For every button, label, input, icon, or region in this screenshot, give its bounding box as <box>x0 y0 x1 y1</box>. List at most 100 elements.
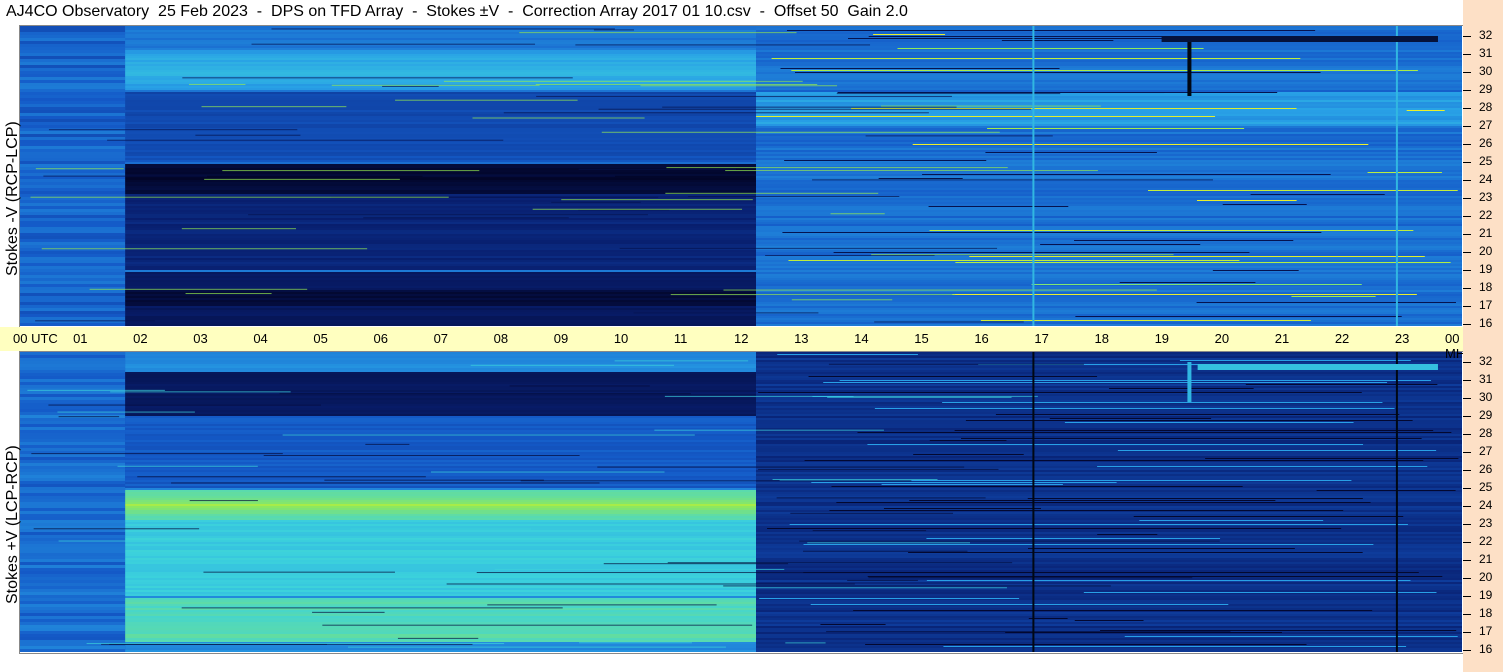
heatmap-streak <box>1179 360 1411 361</box>
heatmap-row-afternoon <box>756 526 1462 528</box>
heatmap-row-day <box>125 356 757 358</box>
heatmap-row-pre <box>20 511 126 514</box>
burst-band <box>1161 36 1438 42</box>
heatmap-row-afternoon <box>756 564 1462 566</box>
heatmap-row-day <box>125 258 757 260</box>
heatmap-row-pre <box>20 104 126 107</box>
heatmap-row-day <box>125 382 757 384</box>
heatmap-row-pre <box>20 296 126 299</box>
heatmap-row-day <box>125 610 757 612</box>
heatmap-row-day <box>125 460 757 462</box>
y-tick-label-top-20: 20 <box>1479 244 1493 258</box>
heatmap-row-afternoon <box>756 300 1462 302</box>
heatmap-row-pre <box>20 65 126 68</box>
heatmap-row-afternoon <box>756 122 1462 124</box>
x-tick-label-11: 11 <box>673 331 688 346</box>
heatmap-row-pre <box>20 574 126 577</box>
y-tick-mark <box>1463 108 1471 109</box>
heatmap-row-pre <box>20 218 126 221</box>
heatmap-row-afternoon <box>756 46 1462 48</box>
heatmap-row-afternoon <box>756 76 1462 78</box>
heatmap-streak <box>723 289 1157 291</box>
heatmap-row-pre <box>20 107 126 110</box>
heatmap-row-afternoon <box>756 488 1462 490</box>
heatmap-row-day <box>125 148 757 150</box>
heatmap-streak <box>89 288 308 290</box>
heatmap-row-day <box>125 648 757 650</box>
heatmap-row-day <box>125 374 757 376</box>
heatmap-streak <box>929 440 1007 441</box>
heatmap-row-afternoon <box>756 62 1462 64</box>
heatmap-row-pre <box>20 74 126 77</box>
heatmap-streak <box>1074 240 1294 241</box>
heatmap-row-day <box>125 290 757 292</box>
heatmap-streak <box>117 465 258 467</box>
heatmap-row-day <box>125 98 757 100</box>
heatmap-row-pre <box>20 236 126 239</box>
heatmap-row-day <box>125 532 757 534</box>
heatmap-row-day <box>125 600 757 602</box>
heatmap-row-day <box>125 136 757 138</box>
vertical-interference-line <box>1032 26 1035 326</box>
heatmap-row-day <box>125 552 757 554</box>
heatmap-row-afternoon <box>756 464 1462 466</box>
heatmap-streak <box>868 577 1193 579</box>
heatmap-row-afternoon <box>756 148 1462 150</box>
heatmap-row-afternoon <box>756 120 1462 122</box>
top-ylabel: Stokes -V (RCP-LCP) <box>4 121 21 276</box>
heatmap-row-day <box>125 510 757 512</box>
heatmap-streak <box>767 528 1342 529</box>
heatmap-row-afternoon <box>756 114 1462 116</box>
heatmap-row-afternoon <box>756 88 1462 90</box>
x-tick-label-18: 18 <box>1094 331 1109 346</box>
heatmap-row-pre <box>20 577 126 580</box>
y-tick-mark <box>1463 126 1471 127</box>
heatmap-row-day <box>125 190 757 192</box>
x-tick-label-23: 23 <box>1394 331 1410 346</box>
heatmap-row-day <box>125 142 757 144</box>
heatmap-row-day <box>125 220 757 222</box>
heatmap-row-pre <box>20 221 126 224</box>
heatmap-row-afternoon <box>756 34 1462 36</box>
heatmap-row-afternoon <box>756 494 1462 496</box>
heatmap-row-afternoon <box>756 118 1462 120</box>
heatmap-streak <box>1097 534 1158 535</box>
heatmap-row-pre <box>20 206 126 209</box>
heatmap-row-day <box>125 622 757 624</box>
heatmap-row-day <box>125 218 757 220</box>
heatmap-row-day <box>125 182 757 184</box>
heatmap-row-afternoon <box>756 448 1462 450</box>
y-tick-mark <box>1463 180 1471 181</box>
heatmap-row-day <box>125 166 757 168</box>
heatmap-streak <box>665 192 879 194</box>
heatmap-row-pre <box>20 433 126 436</box>
heatmap-row-afternoon <box>756 426 1462 428</box>
heatmap-streak <box>1109 388 1254 389</box>
heatmap-streak <box>1005 632 1282 633</box>
heatmap-row-pre <box>20 152 126 155</box>
heatmap-streak <box>758 392 1362 393</box>
heatmap-row-day <box>125 224 757 226</box>
heatmap-row-afternoon <box>756 600 1462 602</box>
y-tick-mark <box>1463 380 1471 381</box>
heatmap-row-afternoon <box>756 162 1462 164</box>
heatmap-row-day <box>125 504 757 506</box>
heatmap-row-afternoon <box>756 522 1462 524</box>
heatmap-row-day <box>125 520 757 522</box>
x-tick-label-12: 12 <box>734 331 749 346</box>
y-tick-mark <box>1463 252 1471 253</box>
heatmap-row-day <box>125 270 757 272</box>
stokes-plus-v-spectrogram <box>20 352 1462 652</box>
heatmap-streak <box>897 48 1204 49</box>
heatmap-streak <box>803 572 1419 573</box>
heatmap-streak <box>865 644 1307 645</box>
heatmap-row-pre <box>20 535 126 538</box>
heatmap-streak <box>926 538 1221 539</box>
heatmap-row-pre <box>20 580 126 583</box>
heatmap-row-day <box>125 92 757 94</box>
heatmap-row-day <box>125 102 757 104</box>
heatmap-row-day <box>125 86 757 88</box>
heatmap-row-day <box>125 90 757 92</box>
heatmap-row-day <box>125 230 757 232</box>
heatmap-row-afternoon <box>756 276 1462 278</box>
